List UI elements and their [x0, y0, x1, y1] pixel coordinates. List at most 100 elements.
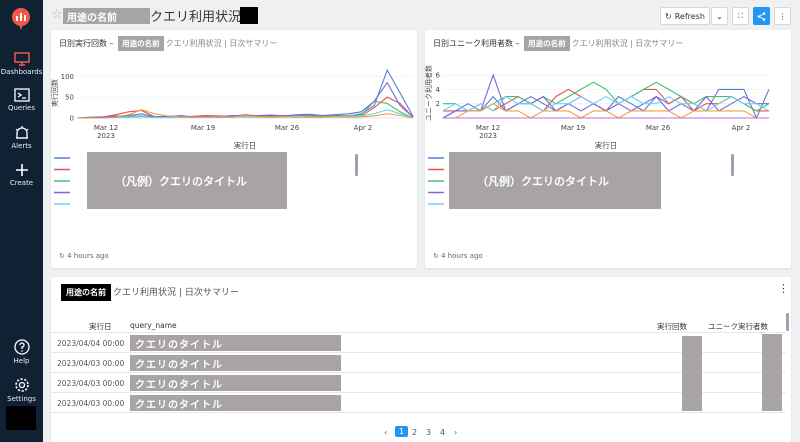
sidebar: Dashboards Queries Alerts Create Help Se… [0, 0, 43, 442]
x-axis-label: 実行日 [595, 140, 618, 150]
widget-menu-icon[interactable]: ⋮ [778, 282, 789, 295]
chart-daily-executions[interactable]: 0 50 100 Mar 12 2023 Mar 19 Mar 26 Apr 2 実行日 実行回数 [51, 30, 417, 268]
favorite-star-icon[interactable]: ☆ [51, 7, 63, 22]
updated-timestamp: ↻ 4 hours ago [433, 252, 483, 260]
sidebar-item-label: Dashboards [0, 68, 43, 76]
legend-redacted: （凡例）クエリのタイトル [449, 152, 661, 209]
cell-date: 2023/04/03 00:00 [57, 359, 125, 368]
x-tick-label-line: Mar 26 [646, 124, 671, 132]
sidebar-item-alerts[interactable]: Alerts [0, 126, 43, 150]
x-tick-label-line: Mar 12 [94, 124, 118, 132]
monitor-icon [13, 52, 30, 66]
x-tick-label: Mar 19 [561, 124, 585, 132]
x-tick-label-line: Mar 19 [561, 124, 585, 132]
sidebar-item-label: Queries [7, 104, 36, 112]
more-vertical-icon: ⋮ [778, 11, 787, 21]
more-options-button[interactable]: ⋮ [774, 7, 791, 25]
sidebar-item-label: Alerts [11, 142, 32, 150]
pagination-next[interactable]: › [454, 428, 457, 437]
help-icon [13, 339, 30, 355]
x-tick-label-line: Apr 2 [354, 124, 373, 132]
widget-title-suffix: クエリ利用状況 [113, 288, 177, 298]
x-tick-label: Apr 2 [732, 124, 751, 132]
y-axis-label: 実行回数 [51, 79, 59, 107]
x-tick-label-line: 2023 [97, 132, 115, 140]
series-line [443, 88, 769, 112]
cell-query-redacted: クエリのタイトル [130, 335, 341, 351]
refresh-icon: ↻ [59, 252, 65, 260]
widget-title-sep: | [178, 288, 182, 298]
x-tick-label-line: Mar 12 [476, 124, 500, 132]
sidebar-item-dashboards[interactable]: Dashboards [0, 52, 43, 76]
cell-date: 2023/04/03 00:00 [57, 379, 125, 388]
updated-text: 4 hours ago [67, 252, 109, 260]
page-number: 1 [395, 426, 409, 437]
legend-scrollbar[interactable] [355, 154, 358, 176]
series-line [443, 103, 769, 119]
fullscreen-button[interactable]: ⛶ [732, 7, 749, 25]
y-tick-label: 50 [65, 94, 74, 102]
updated-text: 4 hours ago [441, 252, 483, 260]
redash-logo-icon[interactable] [11, 8, 31, 30]
sidebar-item-label: Help [13, 357, 30, 365]
x-tick-label: Mar 19 [191, 124, 215, 132]
chart-daily-unique-users[interactable]: 2 4 6 Mar 12 2023 Mar 19 Mar 26 Apr 2 実行日 ユニーク利用者… [425, 30, 791, 268]
y-axis-label: ユニーク利用者数 [425, 65, 433, 121]
widget-daily-unique-users: 日別ユニーク利用者数 – 用途の名前 クエリ利用状況 | 日次サマリー 2 4 6 Ma… [425, 30, 791, 268]
y-tick-label: 4 [436, 86, 441, 94]
refresh-dropdown-button[interactable]: ⌄ [711, 7, 728, 25]
refresh-label: Refresh [674, 11, 705, 21]
cell-count-redacted [682, 336, 702, 411]
table-scrollbar[interactable] [786, 313, 789, 331]
refresh-icon: ↻ [665, 11, 672, 21]
pagination-page-1[interactable]: 1 [395, 426, 409, 437]
column-header[interactable]: ユニーク実行者数 [708, 321, 768, 332]
pagination-page-4[interactable]: 4 [440, 428, 445, 437]
cell-date: 2023/04/04 00:00 [57, 339, 125, 348]
column-header[interactable]: 実行日 [89, 321, 112, 332]
cell-query-redacted: クエリのタイトル [130, 395, 341, 411]
column-header[interactable]: query_name [130, 321, 177, 330]
row-divider [51, 372, 786, 373]
row-divider [51, 352, 786, 353]
pagination-prev[interactable]: ‹ [384, 428, 387, 437]
x-tick-label-line: Apr 2 [732, 124, 751, 132]
widget-title: 用途の名前 クエリ利用状況 | 日次サマリー [61, 284, 239, 301]
dashboard-title-redacted: 用途の名前 [63, 8, 150, 24]
refresh-button[interactable]: ↻ Refresh [660, 7, 710, 25]
row-divider [51, 392, 786, 393]
sidebar-item-label: Create [9, 179, 34, 187]
row-divider [51, 412, 786, 413]
y-tick-label: 6 [436, 72, 441, 80]
user-avatar[interactable] [6, 406, 36, 430]
sidebar-item-create[interactable]: Create [0, 163, 43, 187]
x-tick-label: Mar 12 2023 [476, 124, 500, 140]
pagination-page-3[interactable]: 3 [426, 428, 431, 437]
sidebar-item-queries[interactable]: Queries [0, 88, 43, 112]
x-tick-label: Apr 2 [354, 124, 373, 132]
updated-timestamp: ↻ 4 hours ago [59, 252, 109, 260]
sidebar-item-help[interactable]: Help [0, 339, 43, 365]
cell-query-redacted: クエリのタイトル [130, 355, 341, 371]
sidebar-item-label: Settings [7, 395, 36, 403]
x-tick-label-line: Mar 19 [191, 124, 215, 132]
cell-date: 2023/04/03 00:00 [57, 399, 125, 408]
pagination-page-2[interactable]: 2 [412, 428, 417, 437]
widget-summary-table: 用途の名前 クエリ利用状況 | 日次サマリー ⋮ 実行日 query_name 実… [51, 277, 791, 442]
x-tick-label-line: 2023 [479, 132, 497, 140]
sidebar-item-settings[interactable]: Settings [0, 377, 43, 403]
share-button[interactable] [753, 7, 770, 25]
row-divider [51, 332, 786, 333]
alarm-icon [15, 126, 28, 139]
dashboard-title: クエリ利用状況 [150, 10, 242, 25]
x-tick-label: Mar 26 [646, 124, 671, 132]
legend-scrollbar[interactable] [731, 154, 734, 176]
dashboard-title-redacted-block [240, 7, 258, 24]
y-tick-label: 100 [61, 73, 74, 81]
widget-daily-executions: 日別実行回数 – 用途の名前 クエリ利用状況 | 日次サマリー 0 50 100 Mar… [51, 30, 417, 268]
y-tick-label: 2 [436, 100, 440, 108]
fullscreen-icon: ⛶ [738, 11, 743, 20]
widget-title-end: 日次サマリー [184, 288, 239, 298]
legend-redacted: （凡例）クエリのタイトル [87, 152, 287, 209]
column-header[interactable]: 実行回数 [657, 321, 687, 332]
